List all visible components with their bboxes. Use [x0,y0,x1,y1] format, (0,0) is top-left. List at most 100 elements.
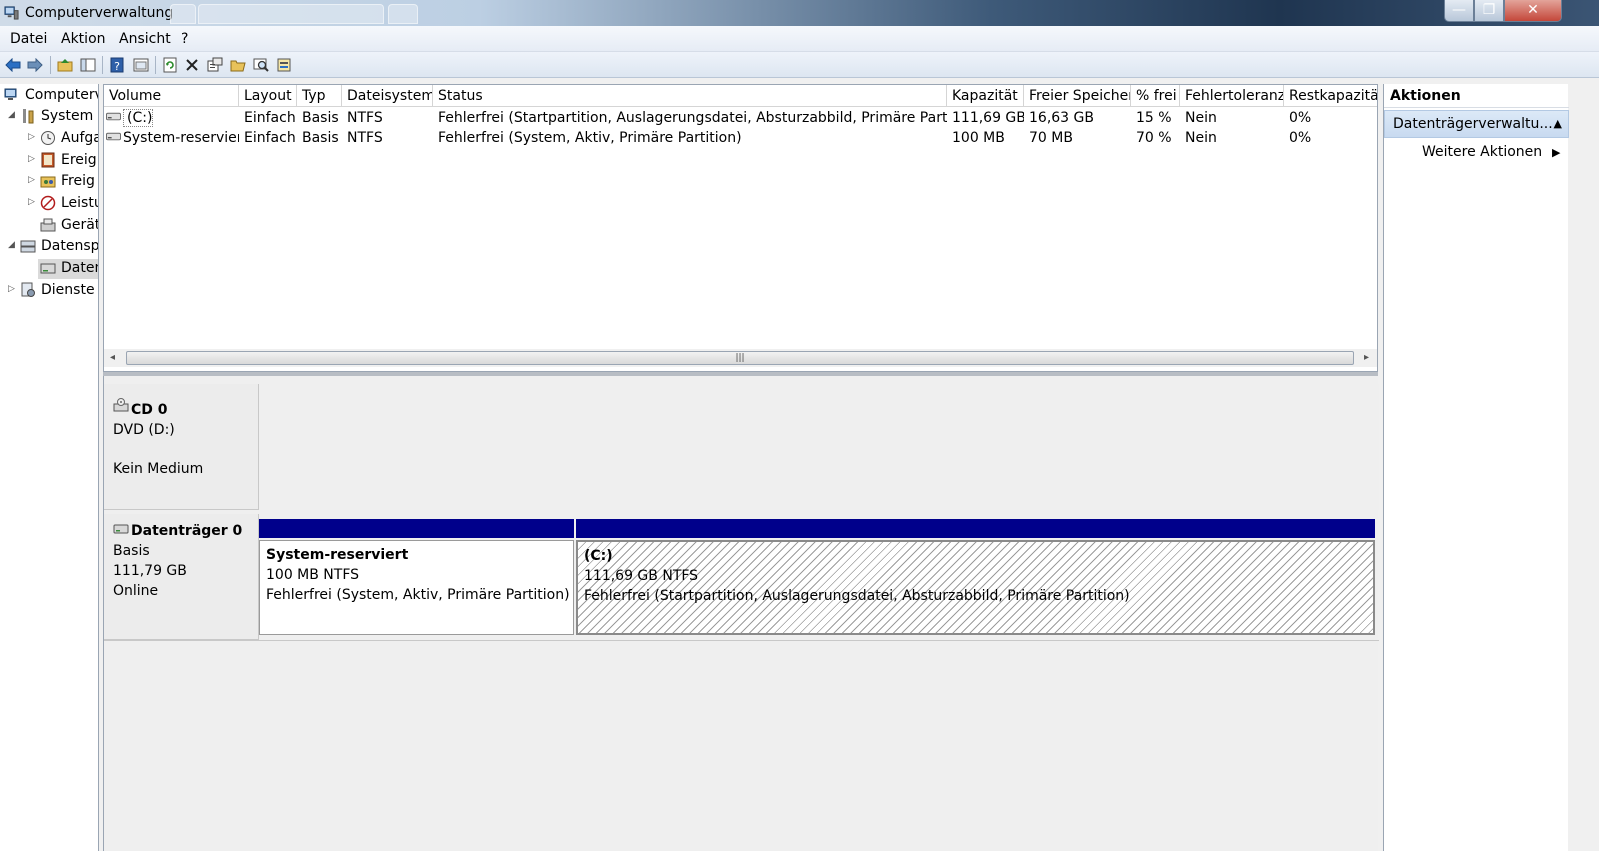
device-manager-icon [40,218,56,232]
scroll-thumb[interactable]: ||| [126,351,1354,365]
table-cell: 15 % [1136,110,1172,126]
search-icon[interactable] [252,56,270,74]
table-row[interactable]: (C:) Einfach Basis NTFS Fehlerfrei (Startpar… [104,108,1377,128]
properties-icon[interactable] [206,56,224,74]
tree-item-label: System [41,108,94,124]
show-hide-tree-icon[interactable] [79,56,97,74]
partition-body-selected[interactable]: (C:) 111,69 GB NTFS Fehlerfrei (Startpar… [576,540,1375,635]
partition-body[interactable]: System-reserviert 100 MB NTFS Fehlerfrei… [259,540,574,635]
tree-item-label: Ereig [61,152,97,168]
column-header[interactable]: % frei [1131,85,1180,107]
disk-info-disk0[interactable]: Datenträger 0 Basis 111,79 GB Online [104,514,259,640]
toolbar: ? [0,52,1599,78]
tree-item[interactable]: Computerv [0,86,98,106]
minimize-button[interactable]: — [1444,0,1474,22]
column-header[interactable]: Kapazität [947,85,1024,107]
forward-icon[interactable] [26,56,44,74]
tree-item[interactable]: Gerät [28,216,99,236]
collapse-arrow-icon[interactable]: ◢ [8,110,16,120]
tools-icon [23,109,34,124]
background-tab [170,4,196,24]
disk-management-icon [40,263,56,274]
table-row[interactable]: System-reserviert Einfach Basis NTFS Fehlerf… [104,128,1377,148]
column-header[interactable]: Freier Speicher [1024,85,1131,107]
expand-arrow-icon[interactable]: ▷ [28,197,36,207]
table-cell: Nein [1185,110,1217,126]
tree-item[interactable]: ▷ Aufga [28,129,98,149]
disk-detail: 111,79 GB [113,563,187,579]
partition-system-reserved[interactable]: System-reserviert 100 MB NTFS Fehlerfrei… [259,519,574,635]
help-icon[interactable]: ? [108,56,126,74]
table-cell: Einfach [244,130,296,146]
tree-item[interactable]: ◢ Datensp [8,237,98,257]
tree-item[interactable]: ◢ System [8,107,98,127]
tree-item[interactable]: ▷ Leistu [28,194,99,214]
column-header[interactable]: Fehlertoleranz [1180,85,1284,107]
tree-item[interactable]: ▷ Ereig [28,151,98,171]
back-icon[interactable] [4,56,22,74]
scroll-left-icon[interactable]: ◂ [110,352,115,363]
horizontal-scrollbar[interactable]: ◂ ||| ▸ [104,349,1377,367]
table-cell: Basis [302,110,339,126]
menu-aktion[interactable]: Aktion [61,31,106,47]
collapse-icon[interactable]: ▲ [1554,111,1562,137]
table-cell: 0% [1289,130,1312,146]
collapse-arrow-icon[interactable]: ◢ [8,240,16,250]
clock-icon [41,131,55,145]
more-actions-link[interactable]: Weitere Aktionen [1422,144,1542,160]
menu-bar: Datei Aktion Ansicht ? [0,26,1599,52]
table-cell: Nein [1185,130,1217,146]
up-folder-icon[interactable] [56,56,74,74]
tree-item-label: Gerät [61,217,99,233]
console-view-icon[interactable] [132,56,150,74]
services-icon [21,282,35,297]
table-cell: 111,69 GB [952,110,1024,126]
disk-detail: Basis [113,543,150,559]
close-icon: ✕ [1527,2,1539,18]
column-header[interactable]: Typ [297,85,342,107]
column-header[interactable]: Layout [239,85,297,107]
menu-ansicht[interactable]: Ansicht [119,31,171,47]
volume-list: Volume Layout Typ Dateisystem Status Kapazitä… [103,84,1378,372]
table-cell: 100 MB [952,130,1005,146]
expand-arrow-icon[interactable]: ▷ [8,284,16,294]
refresh-icon[interactable] [161,56,179,74]
column-header[interactable]: Volume [104,85,239,107]
close-button[interactable]: ✕ [1504,0,1562,22]
tree-item[interactable]: ▷ Dienste [8,281,98,301]
delete-icon[interactable] [183,56,201,74]
title-bar: Computerverwaltung — ❐ ✕ [0,0,1599,26]
open-icon[interactable] [229,56,247,74]
table-cell: Einfach [244,110,296,126]
column-header[interactable]: Dateisystem [342,85,433,107]
column-header[interactable]: Status [433,85,947,107]
tree-item[interactable]: ▷ Freig [28,172,98,192]
menu-help[interactable]: ? [181,31,188,47]
partition-c[interactable]: (C:) 111,69 GB NTFS Fehlerfrei (Startpar… [576,519,1375,635]
computer-icon [4,88,17,100]
expand-arrow-icon[interactable]: ▷ [28,154,36,164]
disk-info-cd0[interactable]: CD 0 DVD (D:) Kein Medium [104,384,259,510]
tree-item-label: Leistu [61,195,99,211]
computer-management-icon [4,6,19,20]
window-title: Computerverwaltung [25,5,174,21]
scroll-right-icon[interactable]: ▸ [1364,352,1369,363]
menu-datei[interactable]: Datei [10,31,47,47]
actions-pane: Aktionen Datenträgerverwaltu... ▲ Weiter… [1383,84,1569,851]
actions-section-disk-management[interactable]: Datenträgerverwaltu... ▲ [1384,110,1569,138]
partition-name: System-reserviert [266,547,409,563]
disk-detail: Kein Medium [113,461,204,477]
navigation-tree: Computerv ◢ System ▷ Aufga ▷ Ereig ▷ Freig ▷ Leist… [0,84,99,851]
submenu-arrow-icon[interactable]: ▶ [1552,146,1560,159]
svg-text:?: ? [114,60,120,73]
expand-arrow-icon[interactable]: ▷ [28,132,36,142]
column-header[interactable]: Restkapazität [1284,85,1377,107]
maximize-button[interactable]: ❐ [1474,0,1504,22]
background-tab [198,4,384,24]
performance-icon [40,195,56,211]
cd-drive-icon [113,398,129,412]
tree-item[interactable]: Datenträgerverwaltung [38,259,98,279]
expand-arrow-icon[interactable]: ▷ [28,175,36,185]
scroll-grip-icon: ||| [735,353,745,363]
disk-properties-icon[interactable] [275,56,293,74]
